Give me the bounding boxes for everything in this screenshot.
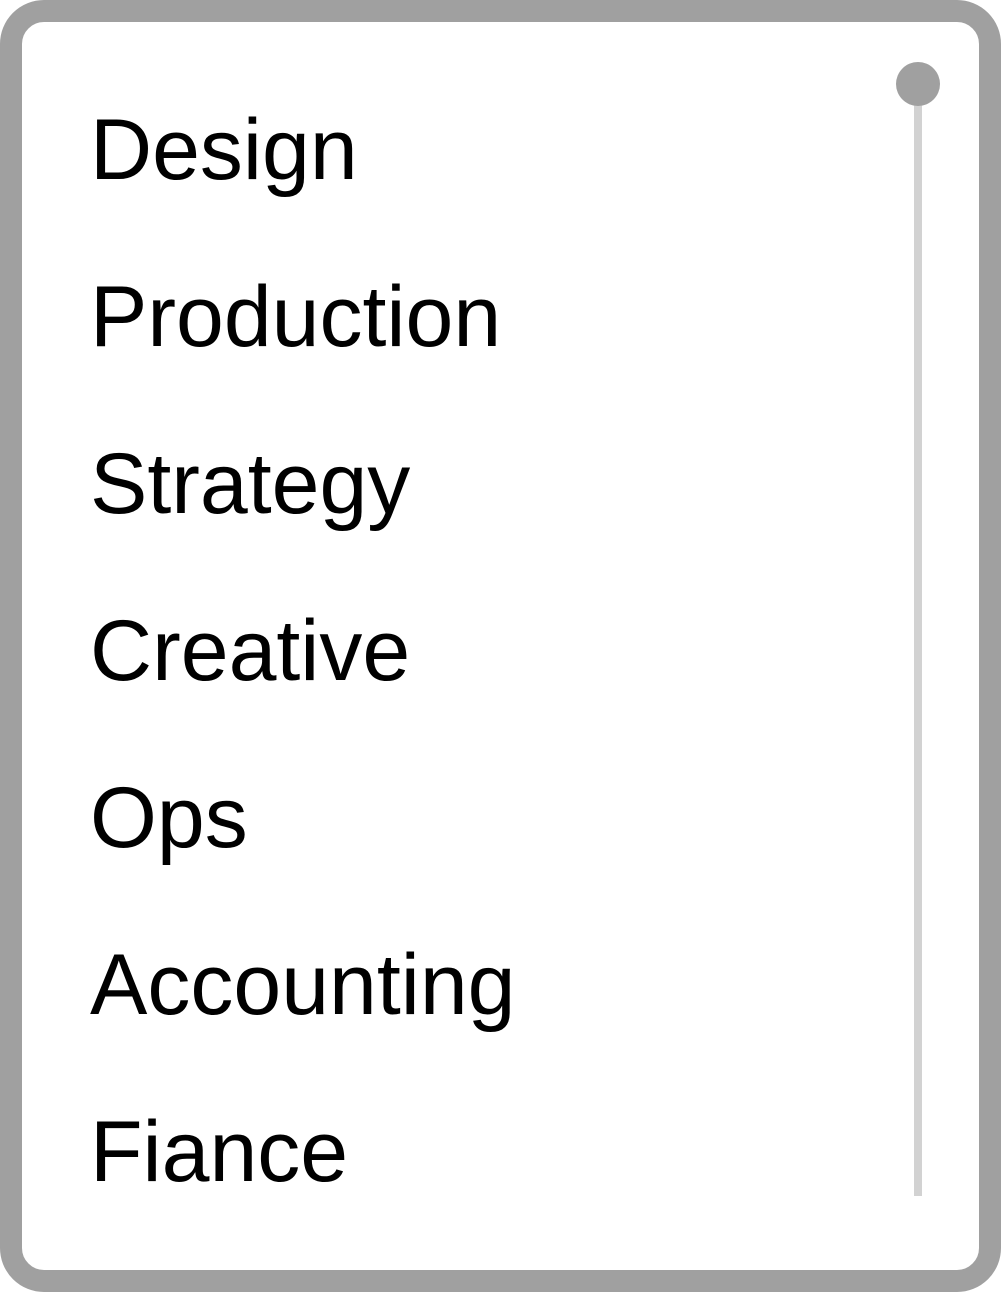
list-item-accounting[interactable]: Accounting [90, 902, 516, 1069]
list-item-ops[interactable]: Ops [90, 735, 516, 902]
scrollbar-track[interactable] [914, 82, 922, 1196]
list-item-strategy[interactable]: Strategy [90, 401, 516, 568]
scrollbar-thumb[interactable] [896, 62, 940, 106]
list-item-fiance[interactable]: Fiance [90, 1069, 516, 1236]
list-item-creative[interactable]: Creative [90, 568, 516, 735]
list-panel: Design Production Strategy Creative Ops … [0, 0, 1001, 1292]
list-item-production[interactable]: Production [90, 234, 516, 401]
list-item-design[interactable]: Design [90, 67, 516, 234]
vertical-scrollbar[interactable] [896, 62, 940, 1196]
item-list: Design Production Strategy Creative Ops … [90, 67, 516, 1236]
